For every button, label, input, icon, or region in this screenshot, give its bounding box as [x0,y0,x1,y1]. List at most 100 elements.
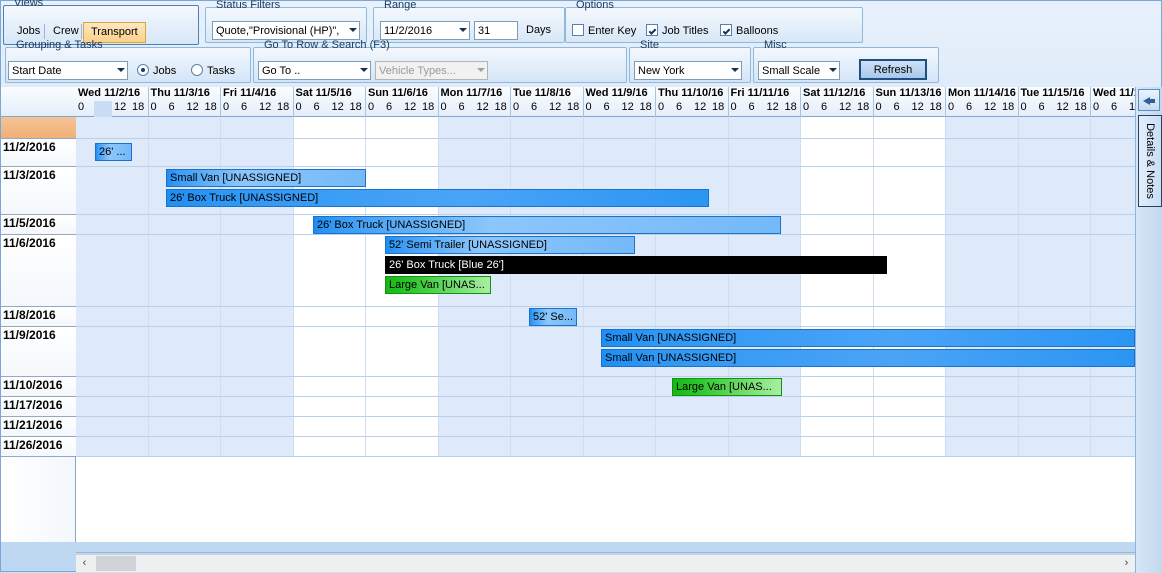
row-label-11-3-2016[interactable]: 11/3/2016 [1,167,76,215]
scroll-left-arrow-icon[interactable]: ‹ [76,555,93,572]
day-cell[interactable] [511,117,584,138]
day-cell[interactable] [366,139,439,166]
day-cell[interactable] [1091,307,1135,326]
row-label-11-9-2016[interactable]: 11/9/2016 [1,327,76,377]
row-label-11-2-2016[interactable]: 11/2/2016 [1,139,76,167]
day-cell[interactable] [1091,215,1135,234]
day-cell[interactable] [1091,167,1135,214]
timeline-row[interactable]: 26' Box Truck [UNASSIGNED] [76,215,1135,235]
day-cell[interactable] [946,437,1019,456]
day-cell[interactable] [1019,307,1092,326]
day-cell[interactable] [1091,437,1135,456]
day-cell[interactable] [366,377,439,396]
day-cell[interactable] [1091,397,1135,416]
day-cell[interactable] [294,307,367,326]
day-cell[interactable] [439,307,512,326]
day-cell[interactable] [221,377,294,396]
day-cell[interactable] [221,139,294,166]
day-cell[interactable] [294,397,367,416]
day-cell[interactable] [584,377,657,396]
refresh-button[interactable]: Refresh [859,59,927,80]
schedule-bar[interactable]: Small Van [UNASSIGNED] [601,329,1135,347]
day-cell[interactable] [946,397,1019,416]
day-cell[interactable] [946,167,1019,214]
day-cell[interactable] [76,235,149,306]
day-cell[interactable] [294,377,367,396]
day-cell[interactable] [221,215,294,234]
day-cell[interactable] [439,417,512,436]
day-cell[interactable] [366,437,439,456]
day-cell[interactable] [729,307,802,326]
day-cell[interactable] [294,417,367,436]
day-cell[interactable] [439,117,512,138]
day-cell[interactable] [439,397,512,416]
day-cell[interactable] [1019,215,1092,234]
timeline-row[interactable]: Large Van [UNAS... [76,377,1135,397]
day-cell[interactable] [584,417,657,436]
row-label-11-26-2016[interactable]: 11/26/2016 [1,437,76,457]
day-cell[interactable] [76,215,149,234]
day-cell[interactable] [76,117,149,138]
day-cell[interactable] [149,377,222,396]
day-cell[interactable] [149,307,222,326]
day-cell[interactable] [801,167,874,214]
day-cell[interactable] [801,139,874,166]
range-date-combo[interactable]: 11/2/2016 [380,21,470,40]
row-label-11-5-2016[interactable]: 11/5/2016 [1,215,76,235]
day-cell[interactable] [1019,437,1092,456]
day-cell[interactable] [1091,117,1135,138]
day-cell[interactable] [874,377,947,396]
schedule-bar[interactable]: 26' Box Truck [UNASSIGNED] [166,189,709,207]
day-cell[interactable] [294,117,367,138]
collapse-panel-button[interactable] [1138,89,1160,111]
day-cell[interactable] [874,417,947,436]
day-cell[interactable] [801,215,874,234]
row-label-11-6-2016[interactable]: 11/6/2016 [1,235,76,307]
day-cell[interactable] [946,139,1019,166]
day-cell[interactable] [366,417,439,436]
day-cell[interactable] [1019,117,1092,138]
day-cell[interactable] [1091,139,1135,166]
timeline-row[interactable] [76,417,1135,437]
day-cell[interactable] [801,377,874,396]
grouping-combo[interactable]: Start Date [8,61,128,80]
day-cell[interactable] [729,417,802,436]
day-cell[interactable] [801,117,874,138]
schedule-bar[interactable]: 26' ... [95,143,132,161]
day-cell[interactable] [1019,167,1092,214]
day-cell[interactable] [149,215,222,234]
day-cell[interactable] [801,437,874,456]
day-cell[interactable] [729,167,802,214]
timeline-row[interactable]: 52' Semi Trailer [UNASSIGNED]26' Box Tru… [76,235,1135,307]
day-cell[interactable] [366,327,439,376]
row-label-11-8-2016[interactable]: 11/8/2016 [1,307,76,327]
day-cell[interactable] [294,437,367,456]
day-cell[interactable] [656,307,729,326]
day-cell[interactable] [221,327,294,376]
day-cell[interactable] [221,307,294,326]
day-cell[interactable] [946,417,1019,436]
schedule-bar[interactable]: Large Van [UNAS... [672,378,782,396]
day-cell[interactable] [221,117,294,138]
day-cell[interactable] [511,377,584,396]
timeline-row[interactable]: 52' Se... [76,307,1135,327]
day-cell[interactable] [366,117,439,138]
schedule-bar[interactable]: Large Van [UNAS... [385,276,491,294]
row-label-current[interactable] [1,117,76,139]
day-cell[interactable] [729,117,802,138]
day-cell[interactable] [1091,377,1135,396]
job-titles-checkbox[interactable] [646,24,658,36]
timeline-canvas[interactable]: 26' ... Small Van [UNASSIGNED] 26' Box Tru… [1,117,1135,542]
day-cell[interactable] [149,397,222,416]
balloons-checkbox[interactable] [720,24,732,36]
day-cell[interactable] [874,117,947,138]
scroll-right-arrow-icon[interactable]: › [1118,555,1135,572]
day-cell[interactable] [656,437,729,456]
day-cell[interactable] [439,327,512,376]
schedule-bar[interactable]: Small Van [UNASSIGNED] [166,169,366,187]
day-cell[interactable] [76,307,149,326]
day-cell[interactable] [439,139,512,166]
day-cell[interactable] [76,397,149,416]
day-cell[interactable] [1019,397,1092,416]
scale-combo[interactable]: Small Scale [758,61,840,80]
